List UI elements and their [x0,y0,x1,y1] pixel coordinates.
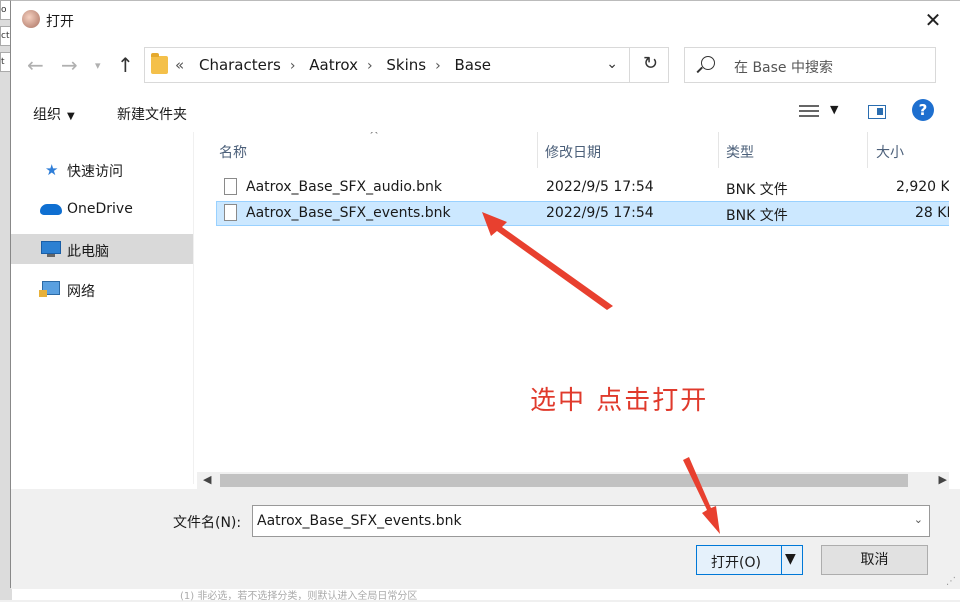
new-folder-button[interactable]: 新建文件夹 [117,104,187,124]
caret-down-icon[interactable]: ▼ [830,103,838,116]
divider [629,48,630,82]
filename-input[interactable]: Aatrox_Base_SFX_events.bnk ⌄ [252,505,930,537]
nav-item-this-pc[interactable]: 此电脑 [11,234,193,264]
breadcrumb-separator[interactable]: › [367,58,373,74]
column-header-size[interactable]: 大小 [868,132,949,168]
open-button[interactable]: 打开(O) ▼ [696,545,803,575]
navigation-pane: ★ 快速访问 OneDrive 此电脑 网络 [11,132,193,484]
breadcrumb: « Characters › Aatrox › Skins › Base [175,56,491,74]
search-input[interactable]: 在 Base 中搜索 [734,57,833,77]
column-header-type[interactable]: 类型 [719,132,867,168]
file-icon [224,178,237,195]
file-row-selected[interactable]: Aatrox_Base_SFX_events.bnk 2022/9/5 17:5… [216,201,949,226]
app-icon [22,10,40,28]
organize-label: 组织 [33,107,61,123]
breadcrumb-item[interactable]: Characters [199,56,281,74]
annotation-text: 选中 点击打开 [530,386,709,416]
filename-label: 文件名(N): [173,515,242,531]
file-modified: 2022/9/5 17:54 [546,205,654,221]
background-page-text: (1) 非必选，若不选择分类，则默认进入全局日常分区 [12,588,960,602]
recent-locations-icon[interactable]: ▾ [95,59,101,72]
file-icon [224,204,237,221]
horizontal-scrollbar[interactable]: ◀ ▶ [197,472,949,489]
close-button[interactable]: ✕ [920,8,946,32]
cancel-button[interactable]: 取消 [821,545,928,575]
file-list: ^ 名称 修改日期 类型 大小 Aatrox_Base_SFX_audio.bn… [197,132,949,472]
open-file-dialog: 打开 ✕ ← → ▾ ↑ « Characters › Aatrox › Skins… [10,0,960,589]
cloud-icon [40,204,62,215]
network-icon [39,281,60,297]
nav-item-network[interactable]: 网络 [11,275,193,303]
back-arrow-icon[interactable]: ← [27,53,44,77]
title-bar: 打开 ✕ [11,1,960,39]
column-header-label: 大小 [876,145,904,161]
column-header-label: 类型 [726,145,754,161]
file-size: 2,920 KB [896,179,949,195]
cancel-button-label: 取消 [860,552,889,568]
file-row[interactable]: Aatrox_Base_SFX_audio.bnk 2022/9/5 17:54… [216,175,949,200]
nav-item-label: 快速访问 [67,164,123,180]
scrollbar-thumb[interactable] [220,474,908,487]
nav-item-quick-access[interactable]: ★ 快速访问 [11,155,193,183]
resize-grip-icon[interactable]: ⋰ [946,576,956,587]
chevron-down-icon[interactable]: ⌄ [914,513,923,526]
breadcrumb-item[interactable]: Base [454,56,491,74]
nav-item-label: OneDrive [67,201,133,217]
forward-arrow-icon[interactable]: → [61,53,78,77]
navigation-bar: ← → ▾ ↑ « Characters › Aatrox › Skins › Bas… [11,45,960,85]
command-bar: 组织 ▼ 新建文件夹 ▼ ? [11,97,960,127]
caret-down-icon: ▼ [67,111,75,122]
file-type: BNK 文件 [726,182,788,198]
breadcrumb-item[interactable]: Skins [386,56,426,74]
refresh-icon[interactable]: ↻ [643,53,658,74]
dialog-footer: 文件名(N): Aatrox_Base_SFX_events.bnk ⌄ 打开(… [11,489,960,589]
organize-menu[interactable]: 组织 ▼ [33,104,75,124]
open-button-label: 打开(O) [711,555,761,571]
preview-pane-icon[interactable] [868,105,886,119]
file-size: 28 KB [915,205,949,221]
view-options-icon[interactable] [799,103,819,119]
nav-item-label: 此电脑 [67,244,109,260]
search-icon [701,56,715,70]
divider [781,546,782,574]
breadcrumb-separator[interactable]: › [290,58,296,74]
column-header-label: 修改日期 [545,145,601,161]
scroll-left-icon[interactable]: ◀ [203,473,211,486]
filename-value: Aatrox_Base_SFX_events.bnk [257,513,462,529]
column-header-modified[interactable]: 修改日期 [538,132,718,168]
folder-icon [151,53,168,74]
caret-down-icon[interactable]: ▼ [785,551,796,567]
file-name: Aatrox_Base_SFX_events.bnk [246,205,451,221]
chevron-down-icon[interactable]: ⌄ [606,56,618,72]
file-modified: 2022/9/5 17:54 [546,179,654,195]
help-icon[interactable]: ? [912,99,934,121]
nav-item-label: 网络 [67,284,95,300]
file-name: Aatrox_Base_SFX_audio.bnk [246,179,442,195]
search-box[interactable]: 在 Base 中搜索 [684,47,936,83]
file-type: BNK 文件 [726,208,788,224]
star-icon: ★ [45,161,59,179]
address-bar[interactable]: « Characters › Aatrox › Skins › Base ⌄ ↻ [144,47,669,83]
breadcrumb-separator[interactable]: › [435,58,441,74]
computer-icon [41,241,61,257]
dialog-title: 打开 [46,14,74,30]
breadcrumb-item[interactable]: Aatrox [309,56,358,74]
up-arrow-icon[interactable]: ↑ [117,53,134,77]
nav-item-onedrive[interactable]: OneDrive [11,195,193,223]
column-header-label: 名称 [219,145,247,161]
scroll-right-icon[interactable]: ▶ [939,473,947,486]
column-header-name[interactable]: 名称 [197,132,537,168]
pane-splitter[interactable] [193,132,194,484]
breadcrumb-overflow[interactable]: « [175,56,184,74]
